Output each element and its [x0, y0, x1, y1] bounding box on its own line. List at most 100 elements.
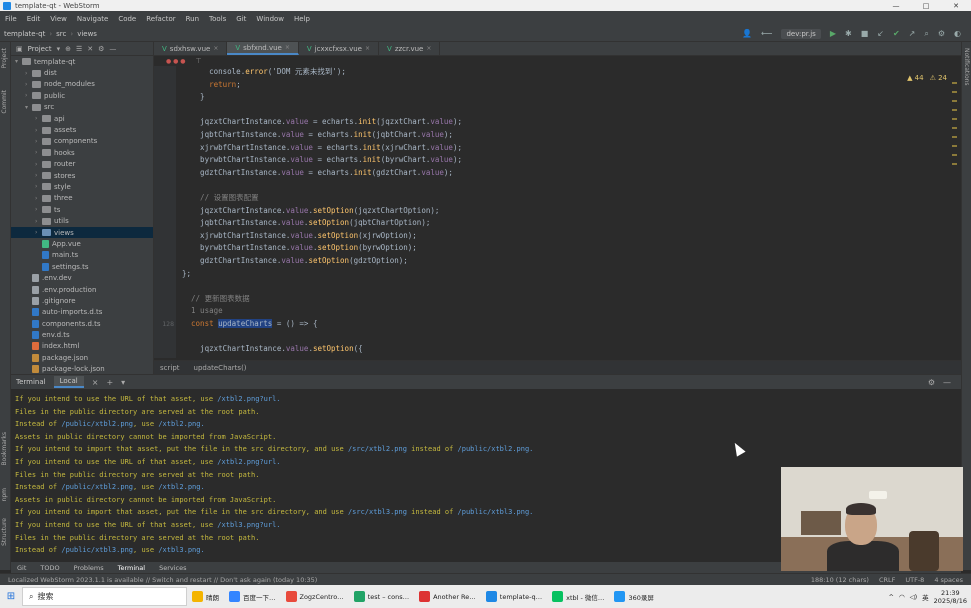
network-icon[interactable]: ◠	[899, 593, 905, 601]
maximize-button[interactable]: □	[911, 2, 941, 10]
code-line[interactable]: gdztChartInstance.value.setOption(gdztOp…	[182, 255, 942, 268]
code-line[interactable]	[182, 280, 942, 293]
minimize-button[interactable]: —	[881, 2, 911, 10]
search-icon[interactable]: ⌕	[924, 29, 928, 39]
weather-widget[interactable]: 晴朗	[187, 585, 224, 608]
code-line[interactable]	[182, 104, 942, 117]
tree-item[interactable]: App.vue	[11, 238, 153, 249]
indent-setting[interactable]: 4 spaces	[934, 576, 963, 584]
code-line[interactable]: return;	[182, 79, 942, 92]
tree-item[interactable]: › hooks	[11, 147, 153, 158]
notifications-tool-tab[interactable]: Notifications	[963, 48, 970, 86]
code-line[interactable]	[182, 330, 942, 343]
code-line[interactable]: 128 const updateCharts = () => {	[162, 318, 942, 331]
menu-git[interactable]: Git	[231, 15, 251, 23]
menu-tools[interactable]: Tools	[204, 15, 231, 23]
code-line[interactable]: jqzxtChartInstance.value.setOption({	[182, 343, 942, 356]
code-view[interactable]: console.error('DOM 元素未找到'); return; } jq…	[162, 66, 942, 356]
git-update-icon[interactable]: ↙	[877, 29, 884, 38]
code-line[interactable]: console.error('DOM 元素未找到');	[182, 66, 942, 79]
tree-item[interactable]: › components	[11, 136, 153, 147]
status-message[interactable]: Localized WebStorm 2023.1.1 is available…	[8, 576, 317, 584]
editor-tab[interactable]: Vsbfxnd.vue ×	[227, 42, 299, 55]
chevron-down-icon[interactable]: ▾	[121, 378, 125, 387]
bookmarks-tool-tab[interactable]: Bookmarks	[1, 432, 8, 466]
editor-tab[interactable]: Vjcxxcfxsx.vue ×	[299, 42, 380, 55]
stop-icon[interactable]: ■	[861, 29, 869, 38]
menu-view[interactable]: View	[45, 15, 72, 23]
ime-indicator[interactable]: 英	[922, 592, 929, 602]
npm-tool-tab[interactable]: npm	[1, 488, 8, 501]
breadcrumb-project[interactable]: template-qt	[0, 30, 49, 38]
code-line[interactable]: byrwbtChartInstance.value.setOption(byrw…	[182, 242, 942, 255]
code-line[interactable]: // 设置图表配置	[182, 192, 942, 205]
tree-item[interactable]: package.json	[11, 352, 153, 363]
taskbar-clock[interactable]: 21:39 2025/8/16	[934, 589, 967, 605]
tree-item[interactable]: › node_modules	[11, 79, 153, 90]
tree-item[interactable]: › three	[11, 193, 153, 204]
tree-item[interactable]: › views	[11, 226, 153, 239]
file-encoding[interactable]: UTF-8	[905, 576, 924, 584]
git-commit-icon[interactable]: ✔	[893, 29, 900, 38]
code-line[interactable]: 1 usage	[182, 305, 942, 318]
tree-item[interactable]: settings.ts	[11, 261, 153, 272]
taskbar-app[interactable]: ZogzCentro…	[281, 585, 349, 608]
tree-item[interactable]: › api	[11, 113, 153, 124]
menu-code[interactable]: Code	[113, 15, 141, 23]
hide-panel-icon[interactable]: —	[943, 378, 951, 387]
plugin-icon[interactable]: ◐	[954, 29, 961, 38]
close-tab-icon[interactable]: ×	[213, 45, 218, 52]
commit-tool-tab[interactable]: Commit	[1, 90, 8, 114]
code-line[interactable]: jqzxtChartInstance.value = echarts.init(…	[182, 116, 942, 129]
editor-tab[interactable]: Vsdxhsw.vue ×	[154, 42, 228, 55]
close-tab-icon[interactable]: ×	[426, 45, 431, 52]
debug-icon[interactable]: ✱	[845, 29, 852, 38]
close-tab-icon[interactable]: ×	[285, 44, 290, 51]
tree-item[interactable]: › public	[11, 90, 153, 101]
back-arrow-icon[interactable]: ⟵	[761, 29, 772, 38]
taskbar-app[interactable]: xtbl - 微信…	[547, 585, 609, 608]
line-separator[interactable]: CRLF	[879, 576, 895, 584]
taskbar-app[interactable]: 百度一下…	[224, 585, 281, 608]
options-gear-icon[interactable]: ⚙	[98, 45, 104, 53]
tree-item[interactable]: ▾ src	[11, 102, 153, 113]
project-panel-title[interactable]: Project	[28, 45, 52, 53]
code-line[interactable]: jqbtChartInstance.value = echarts.init(j…	[182, 129, 942, 142]
code-line[interactable]: // 更新图表数据	[182, 293, 942, 306]
code-breadcrumb-function[interactable]: updateCharts()	[194, 364, 247, 372]
locate-icon[interactable]: ⊕	[65, 45, 71, 53]
tree-item[interactable]: package-lock.json	[11, 364, 153, 374]
hide-icon[interactable]: —	[109, 45, 116, 53]
close-tab-icon[interactable]: ×	[365, 45, 370, 52]
tree-item[interactable]: index.html	[11, 341, 153, 352]
tray-chevron-icon[interactable]: ^	[888, 593, 893, 601]
new-tab-icon[interactable]: +	[106, 378, 113, 387]
tree-item[interactable]: › dist	[11, 67, 153, 78]
tree-item[interactable]: main.ts	[11, 250, 153, 261]
tree-item[interactable]: components.d.ts	[11, 318, 153, 329]
code-line[interactable]	[182, 179, 942, 192]
code-line[interactable]: jqbtChartInstance.value.setOption(jqbtCh…	[182, 217, 942, 230]
filter-icon[interactable]: ⊤	[196, 57, 202, 65]
menu-edit[interactable]: Edit	[22, 15, 46, 23]
taskbar-app[interactable]: test – cons…	[349, 585, 414, 608]
code-line[interactable]: byrwbtChartInstance.value = echarts.init…	[182, 154, 942, 167]
menu-file[interactable]: File	[0, 15, 22, 23]
tree-item[interactable]: › assets	[11, 124, 153, 135]
caret-position[interactable]: 188:10 (12 chars)	[811, 576, 869, 584]
terminal-tab-local[interactable]: Local	[53, 376, 84, 388]
menu-navigate[interactable]: Navigate	[72, 15, 113, 23]
code-line[interactable]: xjrwbtChartInstance.value.setOption(xjrw…	[182, 230, 942, 243]
run-configuration-select[interactable]: dev:pr.js	[781, 28, 821, 39]
code-line[interactable]: gdztChartInstance.value = echarts.init(g…	[182, 167, 942, 180]
tool-window-terminal[interactable]: Terminal	[118, 564, 145, 572]
close-button[interactable]: ✕	[941, 2, 971, 10]
settings-icon[interactable]: ⚙	[938, 29, 945, 38]
run-icon[interactable]: ▶	[830, 29, 836, 38]
expand-all-icon[interactable]: ✕	[87, 45, 93, 53]
breadcrumb-views[interactable]: views	[73, 30, 101, 38]
tree-item[interactable]: › router	[11, 159, 153, 170]
tool-window-git[interactable]: Git	[17, 564, 26, 572]
tree-item[interactable]: .env.production	[11, 284, 153, 295]
settings-gear-icon[interactable]: ⚙	[928, 378, 935, 387]
